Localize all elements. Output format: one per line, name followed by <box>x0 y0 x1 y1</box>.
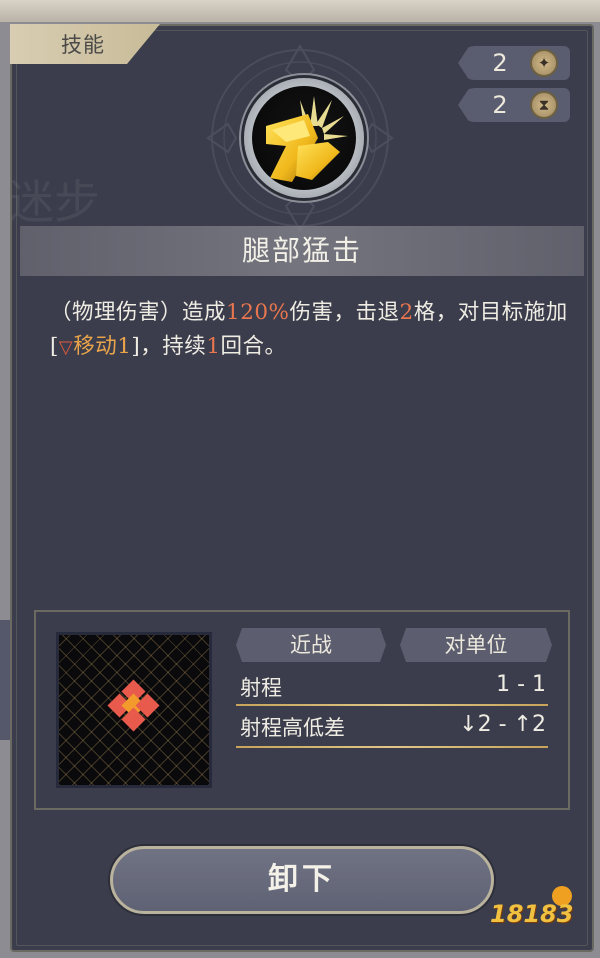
hourglass-icon: ⧗ <box>530 91 558 119</box>
watermark: 18183 <box>490 900 574 928</box>
kick-strike-skill-icon <box>252 86 356 190</box>
duration-value: 1 <box>206 334 221 359</box>
single-target-tag: 对单位 <box>400 628 552 662</box>
height-diff-label: 射程高低差 <box>240 716 345 740</box>
damage-value: 120% <box>226 300 290 325</box>
cost-value: 2 <box>492 49 508 77</box>
skill-description: （物理伤害）造成120%伤害，击退2格，对目标施加[▽移动1]，持续1回合。 <box>50 296 570 365</box>
range-grid <box>56 632 212 788</box>
divider <box>236 746 548 748</box>
desc-text: 伤害，击退 <box>289 300 400 325</box>
desc-text: （物理伤害）造成 <box>50 300 227 325</box>
down-triangle-icon: ▽ <box>58 337 74 358</box>
range-label: 射程 <box>240 676 282 700</box>
star-icon: ✦ <box>530 49 558 77</box>
desc-text: ]，持续 <box>131 334 207 359</box>
knockback-value: 2 <box>399 300 414 325</box>
height-diff-value: ↓2 - ↑2 <box>459 712 546 737</box>
desc-text: 回合。 <box>220 334 287 359</box>
unload-button-label: 卸下 <box>268 862 336 897</box>
cooldown-value: 2 <box>492 91 508 119</box>
background-decoration: 迷步 <box>10 175 100 229</box>
debuff-link[interactable]: 移动1 <box>73 334 131 359</box>
range-value: 1 - 1 <box>496 672 546 697</box>
tab-label: 技能 <box>61 33 105 57</box>
divider <box>236 704 548 706</box>
melee-tag: 近战 <box>236 628 386 662</box>
skill-icon-frame <box>244 78 364 198</box>
skill-name: 腿部猛击 <box>241 234 362 267</box>
background-top <box>0 0 600 22</box>
